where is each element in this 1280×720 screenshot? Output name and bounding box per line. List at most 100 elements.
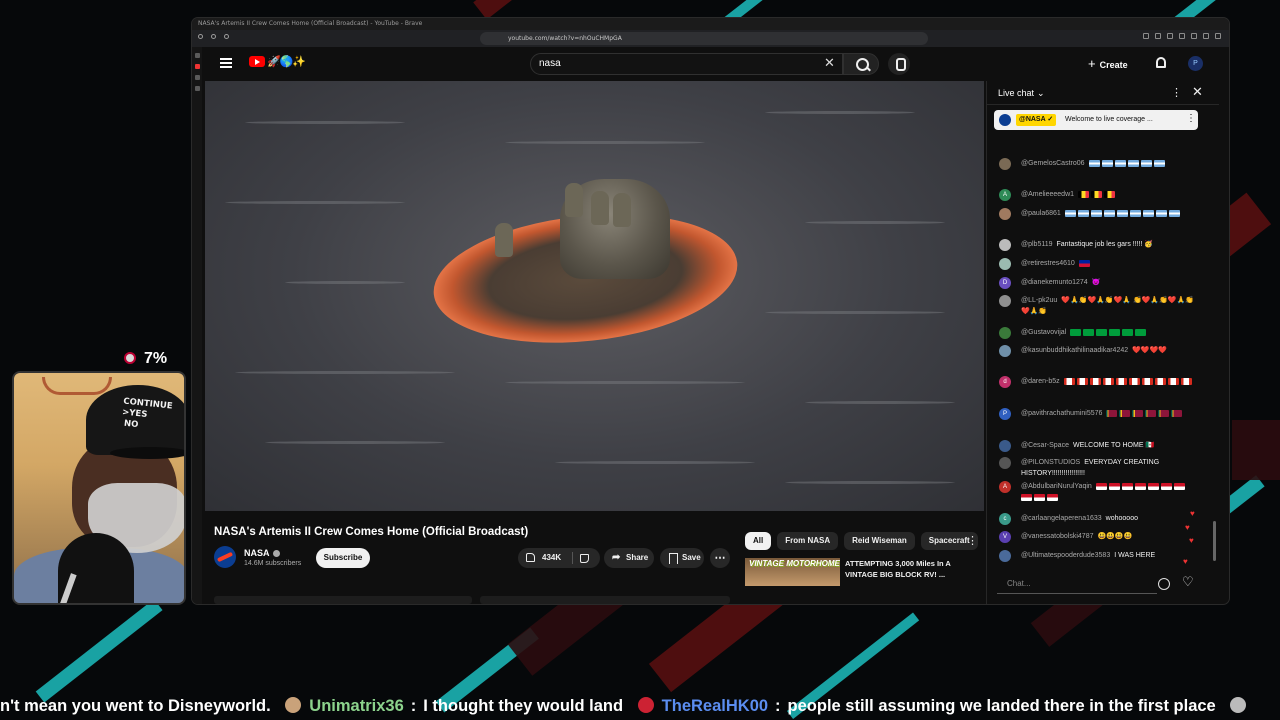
share-button[interactable]: Share xyxy=(604,548,654,568)
address-bar[interactable]: youtube.com/watch?v=nhOuCHMpGA xyxy=(480,32,928,45)
notifications-bell-icon[interactable] xyxy=(1156,57,1166,68)
chat-author[interactable]: @AbdulbariNurulYaqin xyxy=(1021,483,1092,490)
chat-author[interactable]: @Ultimatespooderdude3583 xyxy=(1021,552,1110,559)
clear-search-icon[interactable]: ✕ xyxy=(824,55,835,71)
search-input[interactable]: nasa xyxy=(530,53,843,75)
chat-message[interactable]: A @Amelieeeedw1 xyxy=(999,189,1195,201)
goal-percent: 7% xyxy=(124,350,167,368)
search-icon[interactable] xyxy=(843,53,879,75)
chat-avatar[interactable] xyxy=(999,327,1011,339)
chat-message[interactable]: @GemelosCastro06 xyxy=(999,158,1195,170)
chat-author[interactable]: @dianekemunto1274 xyxy=(1021,279,1088,286)
chip-reid-wiseman[interactable]: Reid Wiseman xyxy=(844,532,915,550)
chat-author[interactable]: @pavithrachathumini5576 xyxy=(1021,410,1102,417)
chips-more-icon[interactable]: ⋮ xyxy=(967,534,978,547)
chat-message[interactable]: @retirestres4610 xyxy=(999,258,1195,270)
flag-icon xyxy=(1132,409,1144,417)
flag-icon xyxy=(1153,159,1165,167)
create-button[interactable]: + Create xyxy=(1088,54,1128,74)
chat-avatar[interactable] xyxy=(999,208,1011,220)
chat-avatar[interactable]: d xyxy=(999,376,1011,388)
pinned-message[interactable]: @NASA ✓ Welcome to live coverage ... ⋮ xyxy=(994,110,1198,130)
chat-message[interactable]: @paula6861 xyxy=(999,208,1195,220)
chat-author[interactable]: @LL-pk2uu xyxy=(1021,297,1057,304)
microphone-icon[interactable] xyxy=(888,53,910,75)
chat-message[interactable]: @LL-pk2uu ❤️🙏👏❤️🙏👏❤️🙏 👏❤️🙏👏❤️🙏👏❤️🙏👏 xyxy=(999,295,1195,317)
nasa-channel-avatar[interactable] xyxy=(214,546,236,568)
video-player[interactable] xyxy=(205,81,984,511)
like-count[interactable]: 434K xyxy=(542,548,561,568)
chat-scrollbar[interactable] xyxy=(1213,521,1216,561)
description-box[interactable] xyxy=(214,596,472,604)
chat-message[interactable]: A @AbdulbariNurulYaqin xyxy=(999,481,1195,503)
chat-author[interactable]: @Gustavovijal xyxy=(1021,329,1066,336)
chat-author[interactable]: @plb5119 xyxy=(1021,241,1053,248)
chat-avatar[interactable] xyxy=(999,550,1011,562)
chip-from-nasa[interactable]: From NASA xyxy=(777,532,839,550)
menu-icon[interactable] xyxy=(220,58,232,68)
chat-author[interactable]: @paula6861 xyxy=(1021,210,1061,217)
chat-avatar[interactable]: c xyxy=(999,513,1011,525)
channel-name[interactable]: NASA xyxy=(244,548,280,558)
chat-message[interactable]: @kasunbuddhikathilinaadikar4242 ❤️❤️❤️❤️ xyxy=(999,345,1195,357)
close-chat-icon[interactable]: ✕ xyxy=(1192,84,1203,100)
chat-avatar[interactable] xyxy=(999,345,1011,357)
chat-message[interactable]: P @pavithrachathumini5576 xyxy=(999,408,1195,420)
chat-avatar[interactable] xyxy=(999,295,1011,307)
wall-decoration xyxy=(42,377,112,395)
flag-icon xyxy=(1158,409,1170,417)
extension-icons[interactable] xyxy=(1143,33,1221,39)
chat-message[interactable]: @Gustavovijal xyxy=(999,327,1195,339)
chat-message[interactable]: @Ultimatespooderdude3583 I WAS HERE xyxy=(999,550,1195,562)
heart-reaction-icon[interactable]: ♡ xyxy=(1182,574,1194,590)
dislike-icon[interactable] xyxy=(580,554,589,563)
chat-author[interactable]: @kasunbuddhikathilinaadikar4242 xyxy=(1021,347,1128,354)
chat-message[interactable]: c @carlaangelaperena1633 wohooooo xyxy=(999,513,1195,525)
chat-input[interactable]: Chat... xyxy=(997,574,1157,594)
chat-avatar[interactable]: V xyxy=(999,531,1011,543)
account-avatar[interactable]: P xyxy=(1188,56,1203,71)
emoji-icon[interactable] xyxy=(1158,578,1170,590)
chat-author[interactable]: @retirestres4610 xyxy=(1021,260,1075,267)
subscribe-button[interactable]: Subscribe xyxy=(316,548,370,568)
chat-avatar[interactable]: A xyxy=(999,481,1011,493)
chat-avatar[interactable] xyxy=(999,258,1011,270)
chat-avatar[interactable]: P xyxy=(999,408,1011,420)
chat-author[interactable]: @vanessatobolski4787 xyxy=(1021,533,1094,540)
chat-message[interactable]: d @daren-b5z xyxy=(999,376,1195,388)
chat-author[interactable]: @Cesar-Space xyxy=(1021,442,1069,449)
browser-tab-title[interactable]: NASA's Artemis II Crew Comes Home (Offic… xyxy=(192,18,1229,30)
chat-author[interactable]: @Amelieeeedw1 xyxy=(1021,191,1074,198)
like-icon[interactable] xyxy=(526,553,535,562)
chat-avatar[interactable] xyxy=(999,239,1011,251)
chat-author[interactable]: @GemelosCastro06 xyxy=(1021,160,1085,167)
chat-avatar[interactable]: A xyxy=(999,189,1011,201)
recommendation-thumbnail[interactable]: VINTAGE MOTORHOME xyxy=(745,558,840,586)
chat-options-icon[interactable]: ⋮ xyxy=(1171,86,1182,99)
recovery-diver xyxy=(591,191,609,225)
pinned-options-icon[interactable]: ⋮ xyxy=(1186,113,1196,124)
comments-preview[interactable] xyxy=(480,596,730,604)
chat-author[interactable]: @carlaangelaperena1633 xyxy=(1021,515,1102,522)
chat-message[interactable]: @PILONSTUDIOS EVERYDAY CREATING HISTORY!!… xyxy=(999,457,1195,479)
chat-message[interactable]: @plb5119 Fantastique job les gars !!!!! 🥳 xyxy=(999,239,1195,251)
chat-mode-dropdown[interactable]: Live chat xyxy=(998,88,1045,99)
youtube-doodle[interactable]: 🚀🌎✨ xyxy=(267,55,306,68)
nav-buttons[interactable] xyxy=(198,34,229,39)
more-actions-button[interactable]: ⋯ xyxy=(710,548,730,568)
chat-avatar[interactable] xyxy=(999,440,1011,452)
chip-all[interactable]: All xyxy=(745,532,772,550)
chat-message[interactable]: D @dianekemunto1274 😈 xyxy=(999,277,1195,289)
chat-avatar[interactable] xyxy=(999,158,1011,170)
chat-message[interactable]: V @vanessatobolski4787 😃😃😃😃 xyxy=(999,531,1195,543)
chat-avatar[interactable] xyxy=(999,457,1011,469)
chat-avatar[interactable]: D xyxy=(999,277,1011,289)
chat-message[interactable]: @Cesar-Space WELCOME TO HOME 🇲🇽 xyxy=(999,440,1195,452)
chat-author[interactable]: @daren-b5z xyxy=(1021,378,1060,385)
flag-icon xyxy=(1070,328,1082,336)
video-title: NASA's Artemis II Crew Comes Home (Offic… xyxy=(214,526,529,538)
chat-author[interactable]: @PILONSTUDIOS xyxy=(1021,459,1080,466)
recommendation-title[interactable]: ATTEMPTING 3,000 Miles In A VINTAGE BIG … xyxy=(845,558,957,580)
youtube-logo-icon[interactable] xyxy=(249,56,265,67)
save-button[interactable]: Save xyxy=(660,548,704,568)
